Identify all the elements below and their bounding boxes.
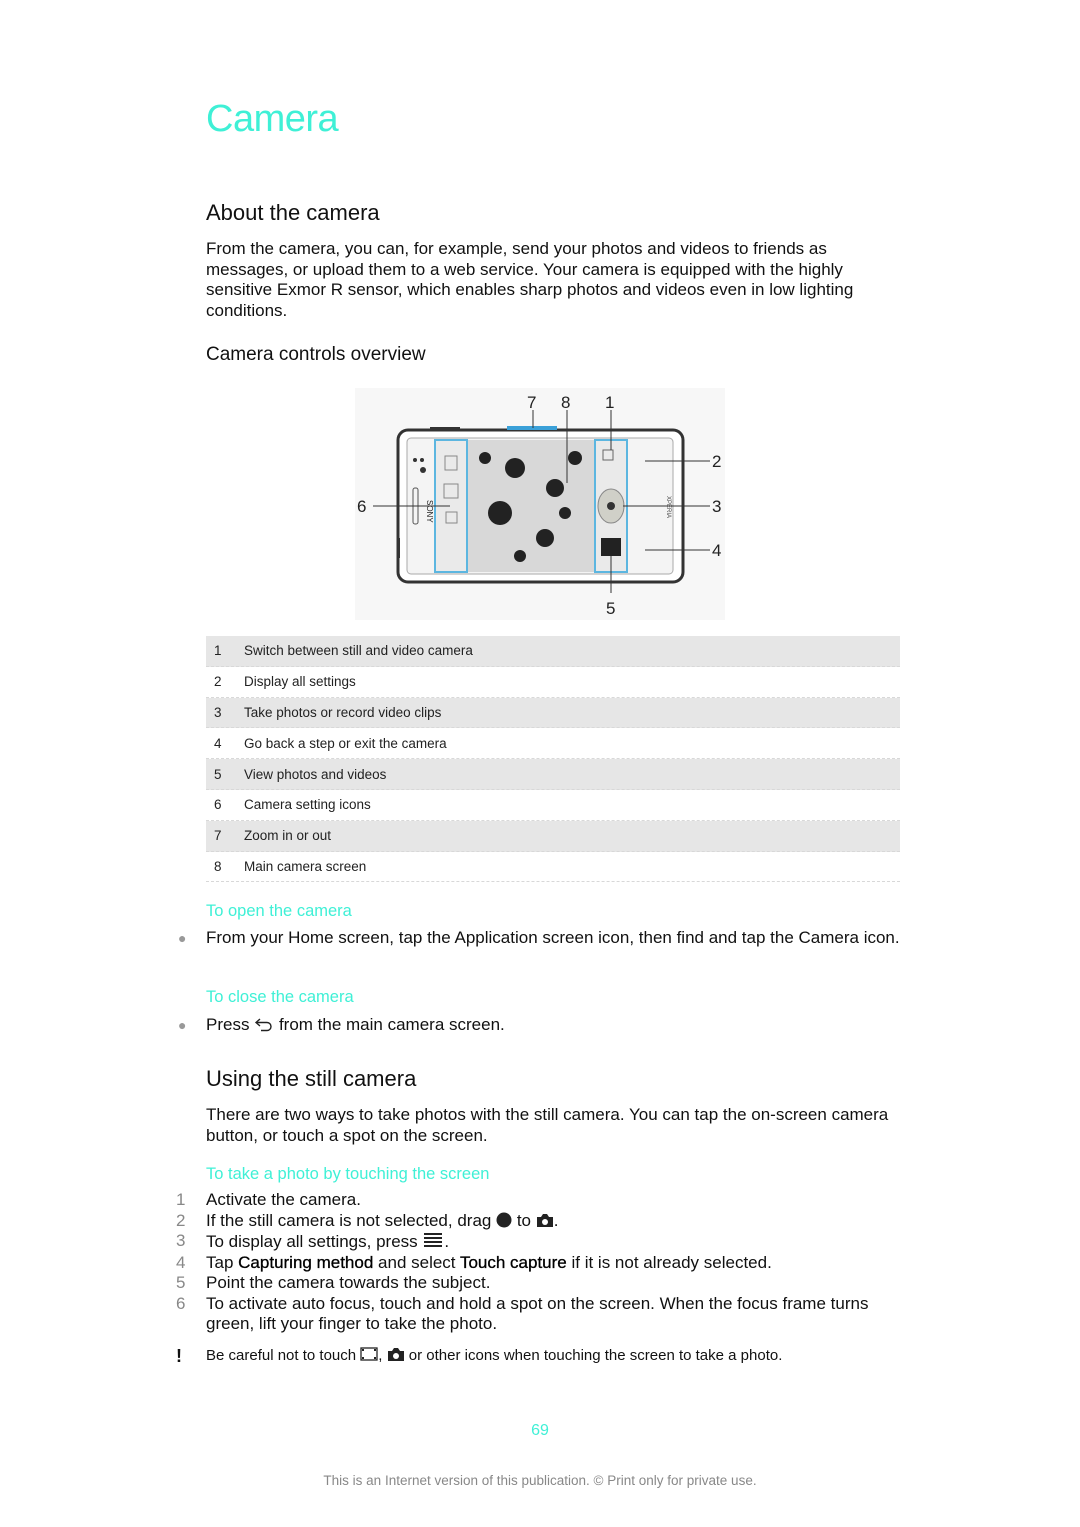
row-number: 8 (214, 858, 222, 874)
step-number: 4 (176, 1252, 186, 1272)
warning-icon: ! (176, 1346, 182, 1366)
row-number: 3 (214, 704, 222, 720)
note-text-pre: Be careful not to touch (206, 1347, 357, 1364)
row-label: Switch between still and video camera (244, 643, 473, 659)
callout-8: 8 (561, 393, 570, 412)
row-number: 7 (214, 828, 222, 844)
camera-controls-figure: SONY XPERIA 7 8 1 2 3 4 5 6 (355, 388, 725, 620)
bullet-icon: ● (178, 1017, 187, 1033)
menu-icon (424, 1233, 443, 1247)
row-label: Main camera screen (244, 858, 367, 874)
ui-term-capturing-method: Capturing method (238, 1252, 374, 1272)
procedure-steps: 1 Activate the camera. 2 If the still cam… (176, 1190, 896, 1335)
step-text: Tap (206, 1252, 234, 1272)
brand-label-xperia: XPERIA (665, 496, 671, 518)
callout-5: 5 (606, 599, 615, 618)
step-item: 3 To display all settings, press . (176, 1231, 896, 1253)
callout-3: 3 (712, 497, 721, 516)
slider-knob-icon (496, 1212, 512, 1227)
callout-2: 2 (712, 452, 721, 471)
touch-photo-heading: To take a photo by touching the screen (206, 1165, 490, 1183)
row-number: 5 (214, 766, 222, 782)
section-heading-still-camera: Using the still camera (206, 1066, 417, 1091)
close-camera-heading: To close the camera (206, 988, 354, 1006)
table-row: 8 Main camera screen (206, 852, 900, 883)
callout-4: 4 (712, 541, 721, 560)
step-text: To activate auto focus, touch and hold a… (206, 1293, 869, 1334)
row-label: Take photos or record video clips (244, 704, 442, 720)
row-number: 4 (214, 735, 222, 751)
callout-7: 7 (527, 393, 536, 412)
open-camera-heading: To open the camera (206, 902, 352, 920)
bullet-icon: ● (178, 930, 187, 946)
step-number: 6 (176, 1293, 186, 1313)
about-paragraph: From the camera, you can, for example, s… (206, 239, 854, 320)
callout-6: 6 (357, 497, 366, 516)
still-camera-paragraph: There are two ways to take photos with t… (206, 1105, 889, 1145)
row-number: 1 (214, 643, 222, 659)
close-text-post: from the main camera screen. (278, 1015, 505, 1034)
step-text: to (516, 1210, 532, 1230)
step-text: Activate the camera. (206, 1190, 361, 1209)
close-camera-instruction: Press from the main camera screen. (206, 1015, 906, 1036)
table-row: 5 View photos and videos (206, 759, 900, 790)
footer-notice: This is an Internet version of this publ… (323, 1473, 757, 1488)
table-row: 6 Camera setting icons (206, 790, 900, 821)
open-camera-instruction: From your Home screen, tap the Applicati… (206, 928, 900, 947)
row-label: Go back a step or exit the camera (244, 735, 447, 751)
brand-label-sony: SONY (425, 500, 434, 523)
subsection-heading-controls: Camera controls overview (206, 344, 426, 365)
step-text: To display all settings, press (206, 1232, 418, 1251)
step-item: 5 Point the camera towards the subject. (176, 1273, 896, 1294)
row-label: Camera setting icons (244, 797, 371, 813)
note-text-post: or other icons when touching the screen … (408, 1347, 783, 1364)
table-row: 2 Display all settings (206, 667, 900, 698)
camera-icon (387, 1348, 404, 1361)
chapter-title: Camera (206, 98, 339, 140)
phone-illustration: SONY XPERIA 7 8 1 2 3 4 5 6 (355, 388, 725, 620)
step-text: . (553, 1210, 559, 1230)
camera-icon (536, 1213, 553, 1227)
step-number: 2 (176, 1210, 186, 1230)
page-number: 69 (531, 1422, 549, 1439)
step-item: 2 If the still camera is not selected, d… (176, 1211, 896, 1232)
step-text: Point the camera towards the subject. (206, 1273, 491, 1292)
table-row: 4 Go back a step or exit the camera (206, 728, 900, 760)
step-number: 3 (176, 1231, 186, 1250)
section-heading-about: About the camera (206, 200, 380, 225)
row-label: View photos and videos (244, 766, 387, 782)
back-icon (255, 1018, 272, 1032)
controls-legend-table: 1 Switch between still and video camera 2… (206, 636, 900, 883)
step-item: 6 To activate auto focus, touch and hold … (176, 1294, 896, 1335)
step-text: and select (378, 1252, 456, 1272)
step-text: If the still camera is not selected, dra… (206, 1210, 492, 1230)
callout-1: 1 (605, 393, 614, 412)
row-number: 2 (214, 674, 222, 690)
table-row: 1 Switch between still and video camera (206, 636, 900, 667)
step-item: 4 Tap Capturing method and select Touch … (176, 1252, 896, 1274)
row-number: 6 (214, 797, 222, 813)
step-item: 1 Activate the camera. (176, 1190, 896, 1211)
close-text-pre: Press (206, 1015, 250, 1034)
step-text: . (444, 1232, 450, 1251)
step-number: 1 (176, 1190, 186, 1209)
video-film-icon (360, 1347, 378, 1361)
row-label: Zoom in or out (244, 828, 332, 844)
step-text: if it is not already selected. (571, 1252, 772, 1272)
warning-note: ! Be careful not to touch , or other ico… (176, 1346, 783, 1366)
table-row: 3 Take photos or record video clips (206, 697, 900, 729)
step-number: 5 (176, 1273, 186, 1292)
row-label: Display all settings (244, 674, 356, 690)
table-row: 7 Zoom in or out (206, 820, 900, 852)
ui-term-touch-capture: Touch capture (459, 1252, 567, 1272)
